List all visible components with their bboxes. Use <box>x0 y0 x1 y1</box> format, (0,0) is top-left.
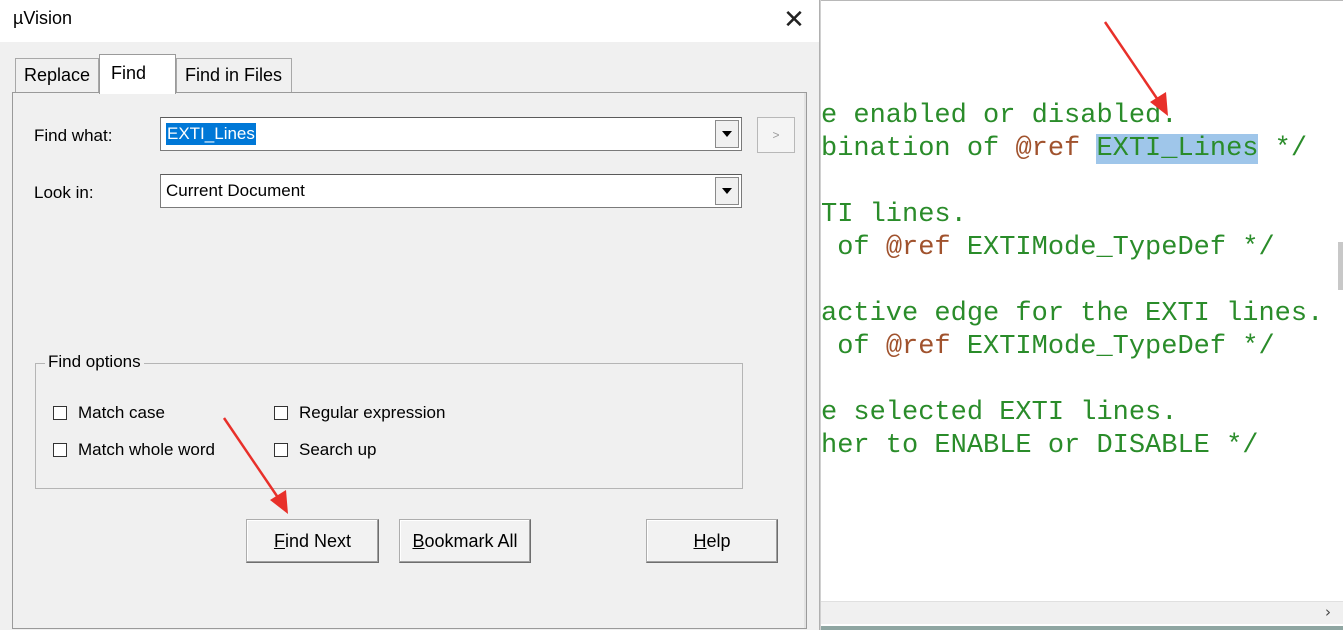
code-ref-tag: @ref <box>885 332 951 362</box>
dialog-titlebar[interactable]: µVision ✕ <box>0 0 819 42</box>
mnemonic-letter: B <box>412 530 425 551</box>
close-button[interactable]: ✕ <box>777 4 811 36</box>
editor-bottom-bar <box>821 626 1343 630</box>
help-button[interactable]: Help <box>646 519 778 563</box>
code-text: of <box>821 233 886 263</box>
find-options-group: Find options Match case Match whole word… <box>35 352 743 489</box>
find-history-button[interactable]: > <box>757 117 795 153</box>
look-in-dropdown-button[interactable] <box>715 177 739 205</box>
code-editor[interactable]: e enabled or disabled. bination of @ref … <box>820 0 1343 630</box>
code-text: */ <box>1258 134 1308 164</box>
code-line: of @ref EXTIMode_TypeDef */ <box>821 331 1275 364</box>
tab-find[interactable]: Find <box>99 54 176 94</box>
look-in-value: Current Document <box>166 181 305 200</box>
code-line: her to ENABLE or DISABLE */ <box>821 431 1259 461</box>
checkbox-box[interactable] <box>274 406 288 420</box>
code-line: active edge for the EXTI lines. <box>821 299 1324 329</box>
bookmark-all-button[interactable]: Bookmark All <box>399 519 531 563</box>
look-in-select[interactable]: Current Document <box>160 174 742 208</box>
chevron-down-icon <box>722 188 732 194</box>
code-line: e enabled or disabled. <box>821 101 1178 131</box>
code-text: bination of <box>821 134 1016 164</box>
match-case-label: Match case <box>78 403 165 422</box>
find-what-label: Find what: <box>34 126 113 145</box>
button-label: ookmark All <box>424 530 518 551</box>
code-text: EXTIMode_TypeDef */ <box>950 332 1275 362</box>
code-line: e selected EXTI lines. <box>821 398 1178 428</box>
search-up-label: Search up <box>299 440 377 459</box>
checkbox-box[interactable] <box>274 443 288 457</box>
button-label: ind Next <box>284 530 352 551</box>
tab-find-in-files[interactable]: Find in Files <box>176 58 292 92</box>
code-line: bination of @ref EXTI_Lines */ <box>821 133 1307 166</box>
look-in-label: Look in: <box>34 183 94 202</box>
code-text: EXTIMode_TypeDef */ <box>950 233 1275 263</box>
vertical-scrollbar-thumb[interactable] <box>1338 242 1343 290</box>
find-options-legend: Find options <box>45 352 144 372</box>
checkbox-box[interactable] <box>53 443 67 457</box>
code-ref-tag: @ref <box>885 233 951 263</box>
regular-expression-label: Regular expression <box>299 403 446 422</box>
chevron-down-icon <box>722 131 732 137</box>
mnemonic-letter: F <box>273 530 285 551</box>
button-label: elp <box>706 530 731 551</box>
checkbox-box[interactable] <box>53 406 67 420</box>
dialog-title: µVision <box>13 8 73 28</box>
find-what-dropdown-button[interactable] <box>715 120 739 148</box>
scroll-right-icon[interactable]: › <box>1325 603 1331 621</box>
horizontal-scrollbar[interactable]: › <box>821 601 1343 624</box>
find-what-input[interactable]: EXTI_Lines <box>166 123 256 145</box>
editor-top-border <box>821 0 1343 1</box>
mnemonic-letter: H <box>693 530 707 551</box>
match-whole-word-checkbox[interactable]: Match whole word <box>53 440 215 460</box>
tab-replace[interactable]: Replace <box>15 58 99 92</box>
match-case-checkbox[interactable]: Match case <box>53 403 165 423</box>
panel-edge <box>804 93 806 628</box>
find-dialog: µVision ✕ Replace Find Find in Files Fin… <box>0 0 820 630</box>
find-what-combobox[interactable]: EXTI_Lines <box>160 117 742 151</box>
code-line: of @ref EXTIMode_TypeDef */ <box>821 232 1275 265</box>
find-tab-panel: Find what: EXTI_Lines > Look in: Current… <box>12 92 807 629</box>
regular-expression-checkbox[interactable]: Regular expression <box>274 403 445 423</box>
code-text: of <box>821 332 886 362</box>
match-whole-word-label: Match whole word <box>78 440 216 459</box>
search-match-highlight: EXTI_Lines <box>1096 134 1259 164</box>
code-line: TI lines. <box>821 200 967 230</box>
code-ref-tag: @ref <box>1015 134 1081 164</box>
close-icon: ✕ <box>783 5 805 35</box>
find-next-button[interactable]: Find Next <box>246 519 379 563</box>
search-up-checkbox[interactable]: Search up <box>274 440 377 460</box>
